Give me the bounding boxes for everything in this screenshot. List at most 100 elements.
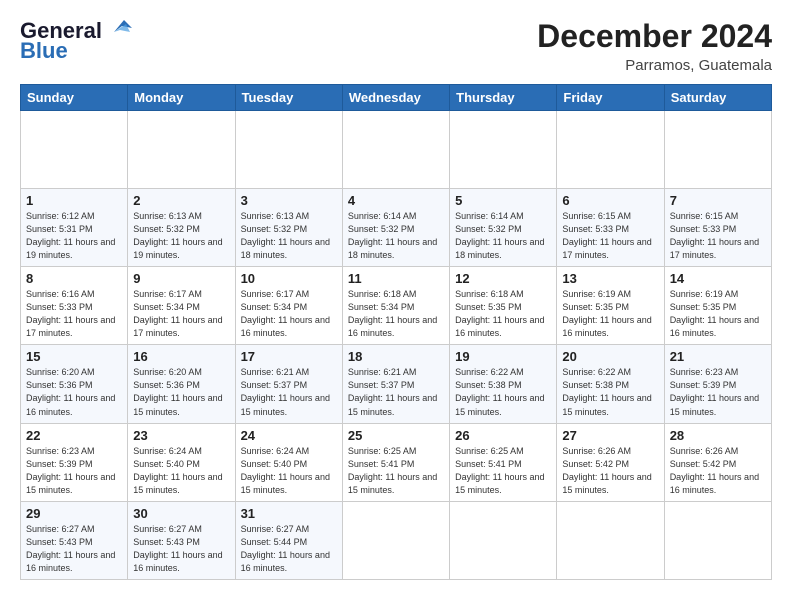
calendar-cell: 19 Sunrise: 6:22 AMSunset: 5:38 PMDayligh… [450,345,557,423]
calendar-cell: 9 Sunrise: 6:17 AMSunset: 5:34 PMDaylight… [128,267,235,345]
header: General Blue December 2024 Parramos, Gua… [20,18,772,74]
calendar-week-row: 1 Sunrise: 6:12 AMSunset: 5:31 PMDaylight… [21,189,772,267]
day-number: 10 [241,271,337,286]
calendar-cell: 24 Sunrise: 6:24 AMSunset: 5:40 PMDayligh… [235,423,342,501]
calendar-subtitle: Parramos, Guatemala [537,57,772,74]
calendar-cell: 1 Sunrise: 6:12 AMSunset: 5:31 PMDaylight… [21,189,128,267]
col-sunday: Sunday [21,85,128,111]
calendar-cell: 23Sunrise: 6:24 AMSunset: 5:40 PMDayligh… [128,423,235,501]
col-friday: Friday [557,85,664,111]
day-info: Sunrise: 6:17 AMSunset: 5:34 PMDaylight:… [133,288,229,340]
calendar-cell: 21 Sunrise: 6:23 AMSunset: 5:39 PMDayligh… [664,345,771,423]
calendar-cell [450,111,557,189]
col-wednesday: Wednesday [342,85,449,111]
calendar-cell: 2 Sunrise: 6:13 AMSunset: 5:32 PMDaylight… [128,189,235,267]
col-thursday: Thursday [450,85,557,111]
calendar-cell: 4Sunrise: 6:14 AMSunset: 5:32 PMDaylight… [342,189,449,267]
day-info: Sunrise: 6:21 AMSunset: 5:37 PMDaylight:… [241,366,337,418]
logo-bird-icon [104,18,132,40]
day-number: 19 [455,349,551,364]
calendar-cell: 6Sunrise: 6:15 AMSunset: 5:33 PMDaylight… [557,189,664,267]
col-tuesday: Tuesday [235,85,342,111]
day-info: Sunrise: 6:21 AMSunset: 5:37 PMDaylight:… [348,366,444,418]
day-info: Sunrise: 6:19 AMSunset: 5:35 PMDaylight:… [670,288,766,340]
col-monday: Monday [128,85,235,111]
calendar-cell: 30 Sunrise: 6:27 AMSunset: 5:43 PMDayligh… [128,501,235,579]
day-info: Sunrise: 6:13 AMSunset: 5:32 PMDaylight:… [241,210,337,262]
day-info: Sunrise: 6:13 AMSunset: 5:32 PMDaylight:… [133,210,229,262]
calendar-cell: 22 Sunrise: 6:23 AMSunset: 5:39 PMDayligh… [21,423,128,501]
day-info: Sunrise: 6:15 AMSunset: 5:33 PMDaylight:… [562,210,658,262]
calendar-cell: 26 Sunrise: 6:25 AMSunset: 5:41 PMDayligh… [450,423,557,501]
calendar-cell: 8 Sunrise: 6:16 AMSunset: 5:33 PMDaylight… [21,267,128,345]
calendar-cell: 17 Sunrise: 6:21 AMSunset: 5:37 PMDayligh… [235,345,342,423]
calendar-cell [342,111,449,189]
day-info: Sunrise: 6:20 AMSunset: 5:36 PMDaylight:… [133,366,229,418]
day-info: Sunrise: 6:19 AMSunset: 5:35 PMDaylight:… [562,288,658,340]
calendar-cell [128,111,235,189]
day-number: 14 [670,271,766,286]
day-info: Sunrise: 6:14 AMSunset: 5:32 PMDaylight:… [455,210,551,262]
day-number: 18 [348,349,444,364]
day-number: 21 [670,349,766,364]
day-number: 13 [562,271,658,286]
day-info: Sunrise: 6:12 AMSunset: 5:31 PMDaylight:… [26,210,122,262]
day-number: 27 [562,428,658,443]
day-info: Sunrise: 6:27 AMSunset: 5:43 PMDaylight:… [133,523,229,575]
calendar-cell [342,501,449,579]
day-number: 9 [133,271,229,286]
day-number: 12 [455,271,551,286]
day-info: Sunrise: 6:16 AMSunset: 5:33 PMDaylight:… [26,288,122,340]
calendar-cell: 7Sunrise: 6:15 AMSunset: 5:33 PMDaylight… [664,189,771,267]
day-info: Sunrise: 6:22 AMSunset: 5:38 PMDaylight:… [455,366,551,418]
calendar-week-row [21,111,772,189]
day-info: Sunrise: 6:20 AMSunset: 5:36 PMDaylight:… [26,366,122,418]
day-info: Sunrise: 6:27 AMSunset: 5:44 PMDaylight:… [241,523,337,575]
day-info: Sunrise: 6:26 AMSunset: 5:42 PMDaylight:… [562,445,658,497]
calendar-cell [557,111,664,189]
calendar-cell: 12 Sunrise: 6:18 AMSunset: 5:35 PMDayligh… [450,267,557,345]
day-number: 29 [26,506,122,521]
day-number: 28 [670,428,766,443]
calendar-cell: 10 Sunrise: 6:17 AMSunset: 5:34 PMDayligh… [235,267,342,345]
calendar-cell [664,111,771,189]
calendar-week-row: 15Sunrise: 6:20 AMSunset: 5:36 PMDayligh… [21,345,772,423]
logo: General Blue [20,18,132,64]
calendar-week-row: 8 Sunrise: 6:16 AMSunset: 5:33 PMDaylight… [21,267,772,345]
day-number: 4 [348,193,444,208]
calendar-cell: 18 Sunrise: 6:21 AMSunset: 5:37 PMDayligh… [342,345,449,423]
calendar-cell: 5 Sunrise: 6:14 AMSunset: 5:32 PMDaylight… [450,189,557,267]
day-number: 11 [348,271,444,286]
day-number: 17 [241,349,337,364]
day-info: Sunrise: 6:25 AMSunset: 5:41 PMDaylight:… [348,445,444,497]
calendar-cell: 13 Sunrise: 6:19 AMSunset: 5:35 PMDayligh… [557,267,664,345]
day-number: 1 [26,193,122,208]
calendar-cell [664,501,771,579]
calendar-cell: 16 Sunrise: 6:20 AMSunset: 5:36 PMDayligh… [128,345,235,423]
day-number: 2 [133,193,229,208]
day-number: 24 [241,428,337,443]
day-number: 22 [26,428,122,443]
day-info: Sunrise: 6:23 AMSunset: 5:39 PMDaylight:… [670,366,766,418]
calendar-cell: 20Sunrise: 6:22 AMSunset: 5:38 PMDayligh… [557,345,664,423]
day-number: 8 [26,271,122,286]
page: General Blue December 2024 Parramos, Gua… [0,0,792,612]
day-number: 25 [348,428,444,443]
day-info: Sunrise: 6:24 AMSunset: 5:40 PMDaylight:… [241,445,337,497]
calendar-table: Sunday Monday Tuesday Wednesday Thursday… [20,84,772,580]
day-info: Sunrise: 6:18 AMSunset: 5:35 PMDaylight:… [455,288,551,340]
day-info: Sunrise: 6:17 AMSunset: 5:34 PMDaylight:… [241,288,337,340]
day-number: 26 [455,428,551,443]
day-info: Sunrise: 6:25 AMSunset: 5:41 PMDaylight:… [455,445,551,497]
calendar-cell [557,501,664,579]
day-number: 16 [133,349,229,364]
calendar-cell [21,111,128,189]
calendar-cell: 31Sunrise: 6:27 AMSunset: 5:44 PMDayligh… [235,501,342,579]
day-number: 23 [133,428,229,443]
day-info: Sunrise: 6:23 AMSunset: 5:39 PMDaylight:… [26,445,122,497]
calendar-cell: 25 Sunrise: 6:25 AMSunset: 5:41 PMDayligh… [342,423,449,501]
day-info: Sunrise: 6:22 AMSunset: 5:38 PMDaylight:… [562,366,658,418]
day-info: Sunrise: 6:18 AMSunset: 5:34 PMDaylight:… [348,288,444,340]
day-number: 30 [133,506,229,521]
day-number: 5 [455,193,551,208]
